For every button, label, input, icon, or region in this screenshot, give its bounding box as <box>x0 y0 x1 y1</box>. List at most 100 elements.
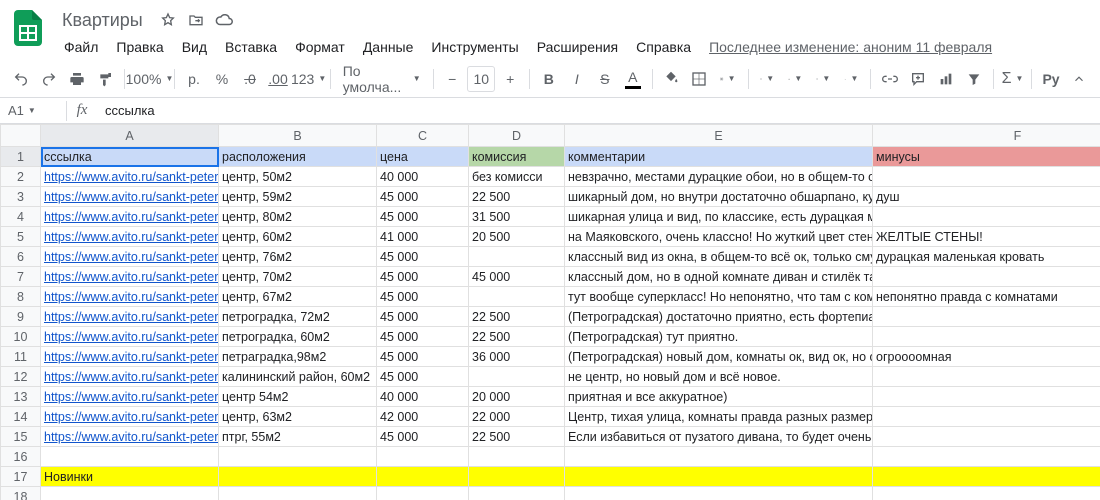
cell-price[interactable]: 45 000 <box>377 327 469 347</box>
cell-link[interactable]: https://www.avito.ru/sankt-peterb <box>41 167 219 187</box>
cell-link[interactable]: https://www.avito.ru/sankt-peterb <box>41 187 219 207</box>
cell-link[interactable]: https://www.avito.ru/sankt-peterb <box>41 387 219 407</box>
row-header[interactable]: 17 <box>1 467 41 487</box>
cell-commission[interactable]: 20 000 <box>469 387 565 407</box>
cell-price[interactable]: 45 000 <box>377 307 469 327</box>
avito-link[interactable]: https://www.avito.ru/sankt-peterb <box>44 190 219 204</box>
cell[interactable] <box>219 447 377 467</box>
cell-minus[interactable]: ЖЕЛТЫЕ СТЕНЫ! <box>873 227 1100 247</box>
cell-link[interactable]: https://www.avito.ru/sankt-peterb <box>41 407 219 427</box>
cell-link[interactable]: https://www.avito.ru/sankt-peterb <box>41 347 219 367</box>
cell-comment[interactable]: Центр, тихая улица, комнаты правда разны… <box>565 407 873 427</box>
more-formats-dropdown[interactable]: 123▼ <box>293 66 324 92</box>
cell-location[interactable]: центр, 63м2 <box>219 407 377 427</box>
functions-button[interactable]: Σ▼ <box>999 66 1025 92</box>
cell-link[interactable]: https://www.avito.ru/sankt-peterb <box>41 267 219 287</box>
row-header[interactable]: 7 <box>1 267 41 287</box>
percent-button[interactable]: % <box>209 66 235 92</box>
col-header-B[interactable]: B <box>219 125 377 147</box>
cell-commission[interactable]: 20 500 <box>469 227 565 247</box>
borders-button[interactable] <box>686 66 712 92</box>
zoom-dropdown[interactable]: 100%▼ <box>131 66 169 92</box>
cell-comment[interactable]: приятная и все аккуратное) <box>565 387 873 407</box>
cell-comment[interactable]: невзрачно, местами дурацкие обои, но в о… <box>565 167 873 187</box>
print-button[interactable] <box>64 66 90 92</box>
avito-link[interactable]: https://www.avito.ru/sankt-peterb <box>44 270 219 284</box>
row-header[interactable]: 2 <box>1 167 41 187</box>
header-cell[interactable]: цена <box>377 147 469 167</box>
cell[interactable] <box>469 467 565 487</box>
header-cell[interactable]: сссылка <box>41 147 219 167</box>
decrease-font-button[interactable]: − <box>439 66 465 92</box>
avito-link[interactable]: https://www.avito.ru/sankt-peterb <box>44 210 219 224</box>
cell-price[interactable]: 40 000 <box>377 387 469 407</box>
row-header[interactable]: 8 <box>1 287 41 307</box>
merge-cells-button[interactable]: ▼ <box>714 66 741 92</box>
cell-comment[interactable]: классный вид из окна, в общем-то всё ок,… <box>565 247 873 267</box>
cell-link[interactable]: https://www.avito.ru/sankt-peterb <box>41 427 219 447</box>
avito-link[interactable]: https://www.avito.ru/sankt-peterb <box>44 350 219 364</box>
horizontal-align-button[interactable]: ▼ <box>754 66 780 92</box>
cell-minus[interactable] <box>873 407 1100 427</box>
cell-comment[interactable]: Если избавиться от пузатого дивана, то б… <box>565 427 873 447</box>
insert-comment-button[interactable] <box>905 66 931 92</box>
select-all-corner[interactable] <box>1 125 41 147</box>
move-icon[interactable] <box>187 11 205 29</box>
row-header[interactable]: 16 <box>1 447 41 467</box>
cell-minus[interactable]: душ <box>873 187 1100 207</box>
row-header[interactable]: 18 <box>1 487 41 500</box>
cell-comment[interactable]: тут вообще суперкласс! Но непонятно, что… <box>565 287 873 307</box>
cell-link[interactable]: https://www.avito.ru/sankt-peterb <box>41 287 219 307</box>
cell-location[interactable]: петроградка, 60м2 <box>219 327 377 347</box>
row-header[interactable]: 12 <box>1 367 41 387</box>
cell-minus[interactable] <box>873 427 1100 447</box>
novinki-cell[interactable]: Новинки <box>41 467 219 487</box>
cell-commission[interactable]: 22 000 <box>469 407 565 427</box>
cell-location[interactable]: центр, 80м2 <box>219 207 377 227</box>
cell[interactable] <box>377 487 469 500</box>
font-family-dropdown[interactable]: По умолча...▼ <box>337 66 427 92</box>
avito-link[interactable]: https://www.avito.ru/sankt-peterb <box>44 250 219 264</box>
sheets-logo[interactable] <box>8 8 48 48</box>
cell[interactable] <box>565 487 873 500</box>
insert-link-button[interactable] <box>877 66 903 92</box>
menu-edit[interactable]: Правка <box>108 35 171 59</box>
cell-price[interactable]: 45 000 <box>377 287 469 307</box>
row-header[interactable]: 5 <box>1 227 41 247</box>
menu-insert[interactable]: Вставка <box>217 35 285 59</box>
cell-commission[interactable] <box>469 247 565 267</box>
menu-file[interactable]: Файл <box>56 35 106 59</box>
cell-commission[interactable]: без комисси <box>469 167 565 187</box>
row-header[interactable]: 9 <box>1 307 41 327</box>
cell-comment[interactable]: не центр, но новый дом и всё новое. <box>565 367 873 387</box>
cell-location[interactable]: калининский район, 60м2 <box>219 367 377 387</box>
cell-comment[interactable]: шикарный дом, но внутри достаточно обшар… <box>565 187 873 207</box>
cell[interactable] <box>873 467 1100 487</box>
header-cell[interactable]: комиссия <box>469 147 565 167</box>
increase-decimal-button[interactable]: .00 <box>265 66 291 92</box>
cell-price[interactable]: 41 000 <box>377 227 469 247</box>
cell-commission[interactable]: 22 500 <box>469 187 565 207</box>
col-header-A[interactable]: A <box>41 125 219 147</box>
cell-commission[interactable]: 22 500 <box>469 307 565 327</box>
avito-link[interactable]: https://www.avito.ru/sankt-peterb <box>44 170 219 184</box>
formula-input[interactable]: сссылка <box>97 103 1100 118</box>
cell-comment[interactable]: (Петроградская) тут приятно. <box>565 327 873 347</box>
cell-location[interactable]: центр, 70м2 <box>219 267 377 287</box>
cell[interactable] <box>469 447 565 467</box>
menu-help[interactable]: Справка <box>628 35 699 59</box>
cell-link[interactable]: https://www.avito.ru/sankt-peterb <box>41 327 219 347</box>
cell-minus[interactable] <box>873 387 1100 407</box>
cell-link[interactable]: https://www.avito.ru/sankt-peterb <box>41 367 219 387</box>
row-header[interactable]: 1 <box>1 147 41 167</box>
decrease-decimal-button[interactable]: .0 <box>237 66 263 92</box>
cell[interactable] <box>565 447 873 467</box>
cell[interactable] <box>377 447 469 467</box>
cell-location[interactable]: центр, 67м2 <box>219 287 377 307</box>
cell-link[interactable]: https://www.avito.ru/sankt-peterb <box>41 247 219 267</box>
cell[interactable] <box>219 487 377 500</box>
cell-minus[interactable] <box>873 307 1100 327</box>
cell-commission[interactable] <box>469 367 565 387</box>
insert-chart-button[interactable] <box>933 66 959 92</box>
col-header-C[interactable]: C <box>377 125 469 147</box>
